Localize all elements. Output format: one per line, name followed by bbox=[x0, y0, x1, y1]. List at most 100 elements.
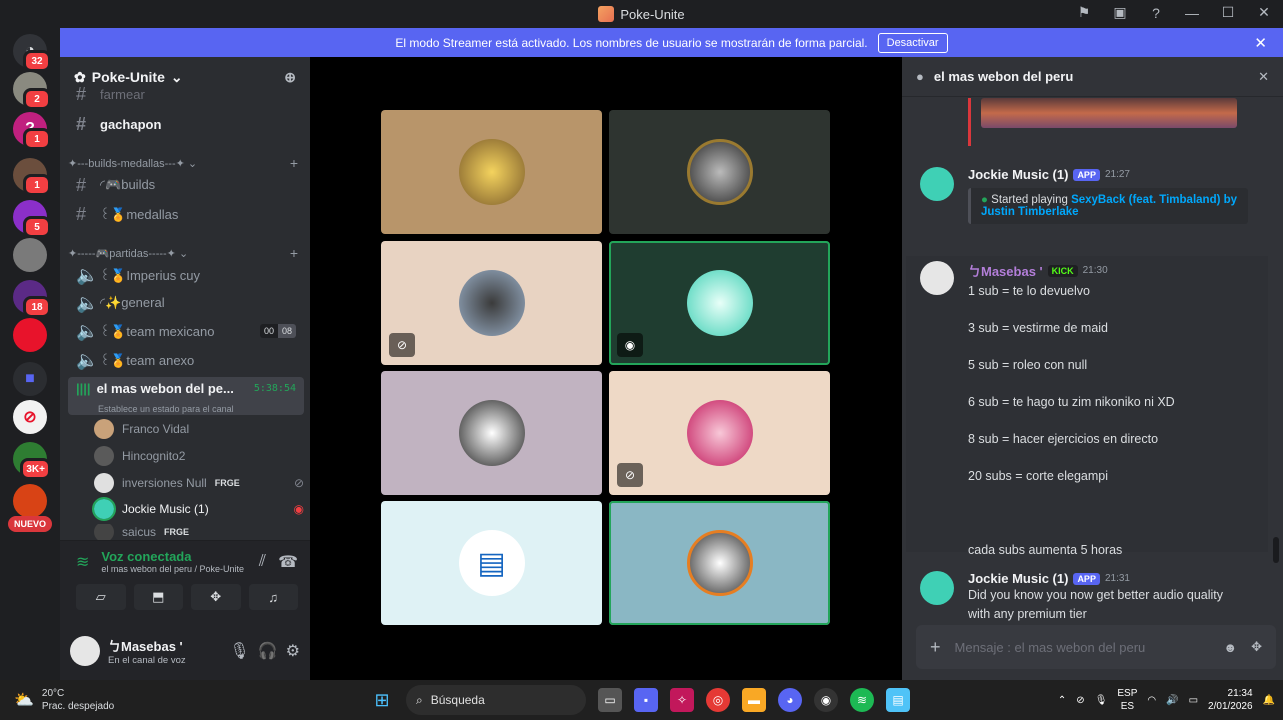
camera-button[interactable]: ▱ bbox=[76, 584, 126, 610]
maximize-button[interactable]: ☐ bbox=[1217, 4, 1239, 21]
voice-channel-imperius[interactable]: 🔈 ꒰🏅Imperius cuy bbox=[68, 262, 304, 288]
server-icon[interactable]: 2 bbox=[13, 72, 51, 110]
participant-tile[interactable] bbox=[381, 371, 602, 495]
close-window-button[interactable]: ✕ bbox=[1253, 4, 1275, 21]
participant-tile[interactable] bbox=[381, 110, 602, 234]
scrollbar[interactable] bbox=[1273, 537, 1279, 563]
disconnect-icon[interactable]: ☎ bbox=[278, 552, 298, 572]
embed-image[interactable] bbox=[981, 98, 1237, 128]
add-channel-icon[interactable]: + bbox=[290, 245, 298, 261]
obs-icon[interactable]: ◉ bbox=[814, 688, 838, 712]
server-icon[interactable] bbox=[13, 484, 47, 518]
message-input[interactable]: Mensaje : el mas webon del peru bbox=[955, 640, 1146, 655]
activities-button[interactable]: ✥ bbox=[191, 584, 241, 610]
server-icon[interactable]: 18 bbox=[13, 280, 51, 318]
noise-suppression-icon[interactable]: ⫽ bbox=[259, 553, 266, 571]
signal-icon[interactable]: ≋ bbox=[76, 552, 89, 572]
participant-tile[interactable]: ⊘ bbox=[609, 371, 830, 495]
chevron-up-icon[interactable]: ⌃ bbox=[1058, 695, 1066, 706]
chrome-icon[interactable]: ◎ bbox=[706, 688, 730, 712]
channel-item[interactable]: # farmear bbox=[68, 87, 304, 101]
folder-icon[interactable]: ■ bbox=[13, 362, 47, 396]
message-line: 1 sub = te lo devuelvo bbox=[968, 284, 1090, 298]
message-author[interactable]: Jockie Music (1) bbox=[968, 571, 1068, 586]
headphones-icon[interactable]: 🎧 bbox=[258, 641, 278, 661]
flag-icon[interactable]: ⚑ bbox=[1073, 4, 1095, 21]
notification-bell-icon[interactable]: 🔔 bbox=[1263, 695, 1275, 706]
microphone-icon[interactable]: 🎙 bbox=[229, 641, 249, 661]
screen-share-button[interactable]: ⬒ bbox=[133, 584, 183, 610]
avatar bbox=[458, 270, 525, 336]
voice-member[interactable]: Franco Vidal bbox=[94, 417, 304, 441]
channel-builds[interactable]: # ◜🎮builds bbox=[68, 172, 304, 198]
file-explorer-icon[interactable]: ▬ bbox=[742, 688, 766, 712]
close-icon[interactable]: ✕ bbox=[1258, 69, 1269, 85]
voice-member[interactable]: Hincognito2 bbox=[94, 444, 304, 468]
participant-tile-speaking[interactable] bbox=[609, 501, 830, 625]
weather-widget[interactable]: ⛅ 20°C Prac. despejado bbox=[0, 687, 180, 713]
spotify-icon[interactable]: ≋ bbox=[850, 688, 874, 712]
home-button[interactable]: ◕ 32 bbox=[13, 34, 51, 72]
server-icon[interactable]: ⊘ bbox=[13, 400, 47, 434]
inbox-icon[interactable]: ▣ bbox=[1109, 4, 1131, 21]
voice-member[interactable]: Jockie Music (1) ◉ bbox=[92, 497, 304, 521]
avatar[interactable] bbox=[920, 571, 954, 605]
window-titlebar: Poke-Unite ⚑ ▣ ? — ☐ ✕ bbox=[0, 0, 1283, 28]
server-icon[interactable] bbox=[13, 318, 47, 352]
server-icon[interactable]: 1 bbox=[13, 158, 51, 196]
emoji-icon[interactable]: ☻ bbox=[1223, 640, 1237, 655]
message-author[interactable]: Jockie Music (1) bbox=[968, 167, 1068, 182]
notepad-icon[interactable]: ▤ bbox=[886, 688, 910, 712]
voice-member[interactable]: saicus FRGE bbox=[94, 524, 304, 540]
voice-channel-path[interactable]: el mas webon del peru / Poke-Unite bbox=[101, 564, 244, 574]
participant-tile[interactable]: ⊘ bbox=[381, 241, 602, 365]
battery-icon[interactable]: ▭ bbox=[1189, 695, 1198, 706]
add-member-icon[interactable]: ⊕ bbox=[284, 69, 296, 86]
message-line: 3 sub = vestirme de maid bbox=[968, 321, 1108, 335]
server-icon[interactable]: 3K+ bbox=[13, 442, 51, 480]
category-builds[interactable]: ✦---builds-medallas---✦ ⌄ + bbox=[68, 155, 298, 171]
avatar[interactable] bbox=[920, 261, 954, 295]
server-icon[interactable]: ?1 bbox=[13, 112, 51, 150]
voice-channel-active[interactable]: |||| el mas webon del pe... 5:38:54 Esta… bbox=[68, 377, 304, 415]
taskbar-search[interactable]: ⌕ Búsqueda bbox=[406, 685, 586, 715]
avatar[interactable] bbox=[920, 167, 954, 201]
plus-icon[interactable]: + bbox=[930, 637, 941, 658]
windows-start-icon[interactable]: ⊞ bbox=[370, 688, 394, 712]
server-icon[interactable] bbox=[13, 238, 47, 272]
avatar[interactable] bbox=[70, 636, 100, 666]
voice-channel-general[interactable]: 🔈 ◜✨general bbox=[68, 290, 304, 316]
minimize-button[interactable]: — bbox=[1181, 5, 1203, 21]
wifi-icon[interactable]: ◠ bbox=[1147, 695, 1156, 706]
volume-icon[interactable]: 🔊 bbox=[1166, 695, 1178, 706]
message-composer[interactable]: + Mensaje : el mas webon del peru ☻ ✥ bbox=[916, 625, 1276, 669]
channel-medallas[interactable]: # ꒰🏅medallas bbox=[68, 201, 304, 227]
voice-channel-team-mexicano[interactable]: 🔈 ꒰🏅team mexicano 00 08 bbox=[68, 318, 304, 344]
apps-icon[interactable]: ✥ bbox=[1251, 639, 1262, 655]
teams-icon[interactable]: ▪ bbox=[634, 688, 658, 712]
help-icon[interactable]: ? bbox=[1145, 5, 1167, 21]
voice-channel-team-anexo[interactable]: 🔈 ꒰🏅team anexo bbox=[68, 347, 304, 373]
channel-status[interactable]: Establece un estado para el canal bbox=[98, 404, 234, 414]
embed-text: Started playing bbox=[991, 194, 1068, 206]
discord-icon[interactable]: ◕ bbox=[778, 688, 802, 712]
disable-streamer-button[interactable]: Desactivar bbox=[877, 32, 948, 53]
channel-gachapon[interactable]: # gachapon bbox=[68, 111, 304, 137]
server-icon[interactable]: 5 bbox=[13, 200, 51, 238]
gear-icon[interactable]: ⚙ bbox=[286, 641, 300, 661]
task-view-icon[interactable]: ▭ bbox=[598, 688, 622, 712]
soundboard-button[interactable]: ♫ bbox=[248, 584, 298, 610]
close-icon[interactable]: ✕ bbox=[1254, 34, 1267, 52]
participant-tile[interactable] bbox=[609, 110, 830, 234]
copilot-icon[interactable]: ✧ bbox=[670, 688, 694, 712]
voice-member[interactable]: inversiones Null FRGE ⊘ bbox=[94, 471, 304, 495]
participant-tile[interactable]: ▤ bbox=[381, 501, 602, 625]
add-channel-icon[interactable]: + bbox=[290, 155, 298, 171]
category-partidas[interactable]: ✦-----🎮partidas-----✦ ⌄ + bbox=[68, 245, 298, 261]
network-off-icon[interactable]: ⊘ bbox=[1076, 695, 1084, 706]
clock[interactable]: 21:34 2/01/2026 bbox=[1208, 687, 1253, 713]
microphone-icon[interactable]: 🎙 bbox=[1095, 695, 1108, 706]
language-indicator[interactable]: ESP ES bbox=[1117, 687, 1137, 713]
message-author[interactable]: ㄅMasebas ' bbox=[968, 261, 1043, 280]
participant-tile-speaking[interactable]: ◉ bbox=[609, 241, 830, 365]
